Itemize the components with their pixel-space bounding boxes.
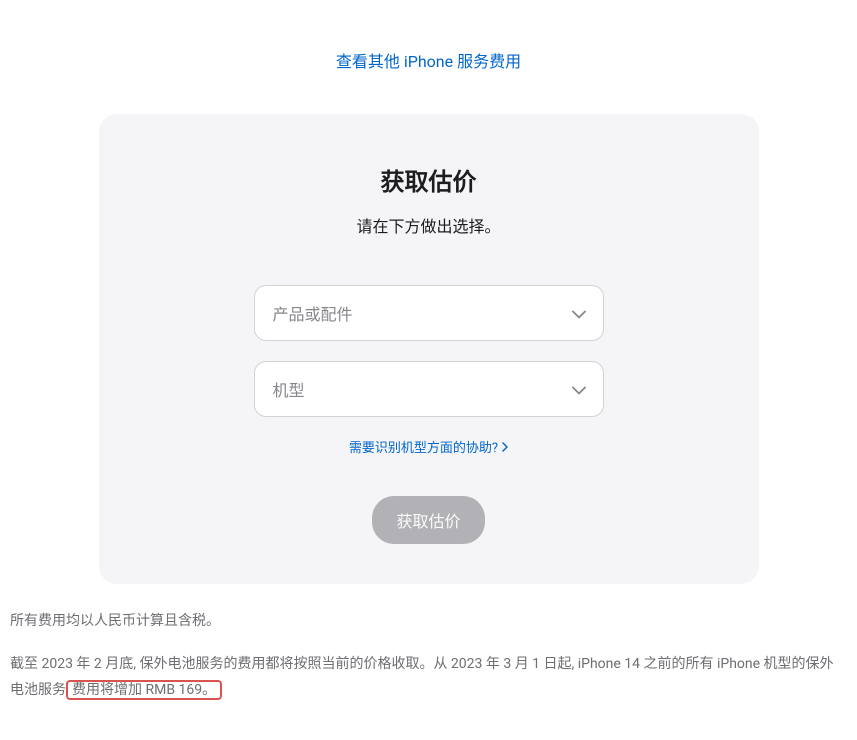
card-title: 获取估价	[139, 162, 719, 197]
card-subtitle: 请在下方做出选择。	[139, 213, 719, 237]
model-select[interactable]: 机型	[254, 361, 604, 417]
footnote-tax-note: 所有费用均以人民币计算且含税。	[10, 608, 847, 635]
chevron-right-icon	[502, 442, 508, 452]
estimate-card: 获取估价 请在下方做出选择。 产品或配件 机型 需要识别机型方面的协助? 获取估…	[99, 114, 759, 584]
top-link-container: 查看其他 iPhone 服务费用	[0, 0, 857, 96]
product-select-wrapper: 产品或配件	[254, 285, 604, 341]
other-service-fees-link[interactable]: 查看其他 iPhone 服务费用	[336, 52, 521, 71]
price-increase-highlight: 费用将增加 RMB 169。	[66, 680, 222, 700]
help-link-text: 需要识别机型方面的协助?	[349, 437, 498, 456]
model-select-wrapper: 机型	[254, 361, 604, 417]
get-estimate-button[interactable]: 获取估价	[372, 496, 484, 544]
help-link-row: 需要识别机型方面的协助?	[139, 437, 719, 456]
product-select[interactable]: 产品或配件	[254, 285, 604, 341]
footnotes: 所有费用均以人民币计算且含税。 截至 2023 年 2 月底, 保外电池服务的费…	[0, 584, 857, 740]
footnote-price-change: 截至 2023 年 2 月底, 保外电池服务的费用都将按照当前的价格收取。从 2…	[10, 651, 847, 704]
identify-model-help-link[interactable]: 需要识别机型方面的协助?	[349, 437, 508, 456]
